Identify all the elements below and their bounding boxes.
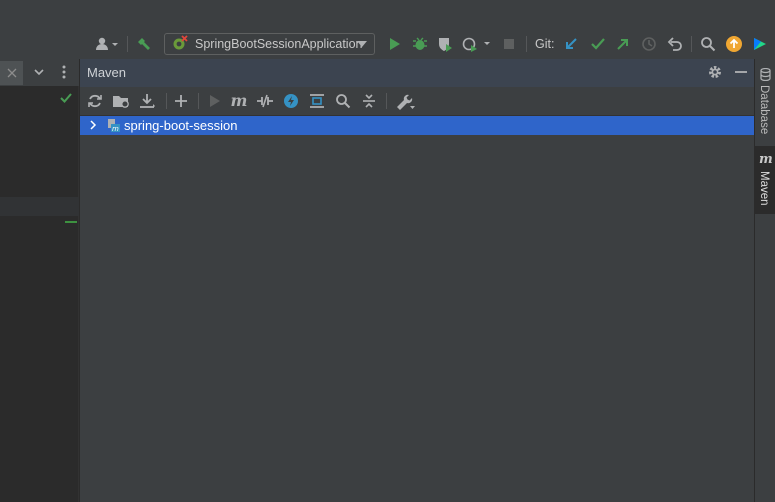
close-icon[interactable] [7, 66, 17, 81]
minimize-icon[interactable] [734, 65, 748, 82]
database-label: Database [758, 85, 770, 135]
maven-toolbar: m [80, 87, 755, 116]
build-hammer-icon[interactable] [135, 35, 153, 53]
maven-header: Maven [80, 59, 755, 87]
svg-text:m: m [112, 125, 119, 133]
collapse-all-icon[interactable] [360, 92, 378, 110]
run-configuration-label: SpringBootSessionApplication [195, 37, 363, 51]
right-tool-stripe: Database m Maven [754, 59, 775, 502]
rollback-icon[interactable] [666, 35, 684, 53]
editor-tab-bar [0, 59, 79, 86]
maven-tool-button[interactable]: m Maven [755, 146, 775, 214]
run-icon[interactable] [386, 35, 402, 53]
maven-project-icon: m [107, 118, 121, 136]
database-icon [760, 67, 771, 84]
git-push-icon[interactable] [614, 35, 632, 53]
skip-tests-icon[interactable] [282, 92, 300, 110]
find-icon[interactable] [334, 92, 352, 110]
history-icon[interactable] [640, 35, 658, 53]
coverage-icon[interactable] [436, 35, 454, 53]
update-icon[interactable] [725, 35, 743, 53]
add-icon[interactable] [172, 92, 190, 110]
run-icon[interactable] [205, 92, 223, 110]
stop-icon[interactable] [501, 35, 517, 53]
show-dependencies-icon[interactable] [308, 92, 326, 110]
git-commit-icon[interactable] [589, 35, 607, 53]
toolbox-icon[interactable] [751, 35, 769, 53]
maven-stripe-label: Maven [758, 171, 770, 206]
inspection-ok-icon [60, 92, 72, 107]
main-toolbar: SpringBootSessionApplication Git: [0, 0, 775, 59]
change-marker [65, 221, 77, 223]
generate-sources-icon[interactable] [112, 92, 130, 110]
download-icon[interactable] [139, 92, 157, 110]
chevron-right-icon[interactable] [88, 118, 98, 135]
user-icon[interactable] [94, 35, 120, 53]
editor-tab[interactable] [0, 61, 23, 85]
spring-boot-icon [171, 34, 189, 54]
execute-goal-icon[interactable]: m [230, 92, 248, 110]
chevron-down-icon [356, 38, 368, 53]
debug-icon[interactable] [411, 35, 429, 53]
search-icon[interactable] [699, 35, 717, 53]
maven-icon: m [759, 152, 773, 167]
gear-icon[interactable] [708, 65, 722, 82]
tree-item-spring-boot-session[interactable]: m spring-boot-session [80, 116, 755, 135]
database-tool-button[interactable]: Database [755, 65, 775, 145]
tree-item-label: spring-boot-session [124, 118, 238, 133]
current-line-highlight [0, 197, 79, 216]
reload-icon[interactable] [86, 92, 104, 110]
maven-title: Maven [87, 65, 127, 80]
more-options-icon[interactable] [61, 65, 67, 82]
settings-wrench-icon[interactable] [394, 92, 416, 110]
git-label: Git: [535, 37, 555, 51]
git-update-icon[interactable] [562, 35, 580, 53]
toggle-offline-icon[interactable] [256, 92, 274, 110]
maven-tool-window: Maven m m spring-boot-session [79, 59, 755, 502]
editor-area[interactable] [0, 59, 79, 502]
chevron-down-icon[interactable] [33, 66, 45, 81]
run-configuration-selector[interactable]: SpringBootSessionApplication [164, 33, 375, 55]
profile-icon[interactable] [461, 35, 493, 53]
